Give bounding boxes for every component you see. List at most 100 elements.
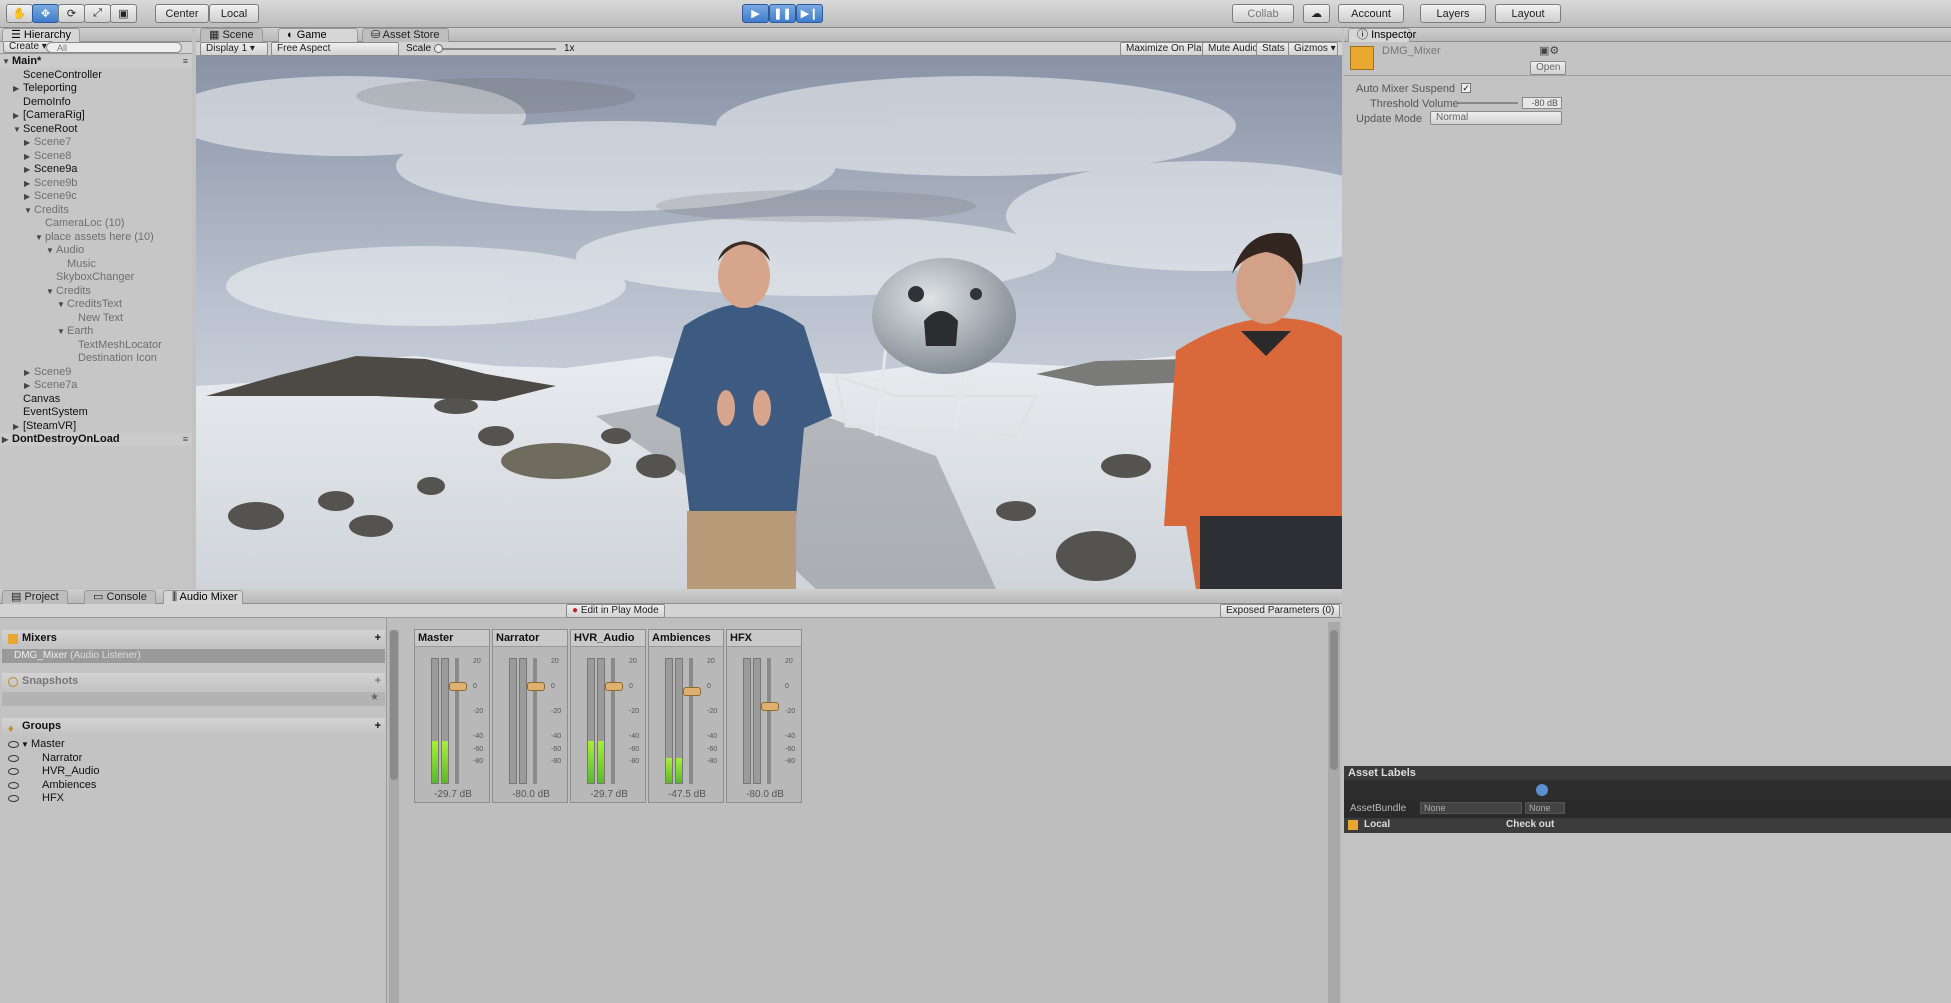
- fader-knob[interactable]: [683, 686, 701, 696]
- add-group-icon[interactable]: +: [375, 718, 381, 735]
- collapsed-arrow-icon[interactable]: ▶: [24, 163, 34, 176]
- mixer-strip[interactable]: HVR_Audio 20 0 -20 -40 -60 -80 -29.7 dB: [570, 629, 646, 803]
- hierarchy-item[interactable]: DemoInfo: [0, 96, 192, 109]
- strips-scrollbar[interactable]: [1328, 622, 1340, 1003]
- move-icon[interactable]: ✥: [32, 4, 59, 23]
- hierarchy-item[interactable]: ▼ place assets here (10): [0, 231, 192, 244]
- play-button[interactable]: ▶: [742, 4, 769, 23]
- groups-section-header[interactable]: ♦ Groups +: [2, 718, 385, 735]
- expanded-arrow-icon[interactable]: ▼: [13, 123, 23, 136]
- hierarchy-item[interactable]: ▼ SceneRoot: [0, 123, 192, 136]
- fader-knob[interactable]: [449, 681, 467, 691]
- eye-icon[interactable]: [8, 781, 19, 789]
- inspector-help-icon[interactable]: ▣⚙: [1539, 44, 1559, 57]
- collapsed-arrow-icon[interactable]: ▶: [24, 379, 34, 392]
- hierarchy-item[interactable]: SkyboxChanger: [0, 271, 192, 284]
- mixer-strip[interactable]: Master 20 0 -20 -40 -60 -80 -29.7 dB: [414, 629, 490, 803]
- expanded-arrow-icon[interactable]: ▼: [57, 298, 67, 311]
- eye-icon[interactable]: [8, 795, 19, 802]
- tab-asset-store[interactable]: ⛁ Asset Store: [362, 28, 449, 42]
- expanded-arrow-icon[interactable]: ▼: [21, 738, 29, 751]
- mixer-strip[interactable]: Ambiences 20 0 -20 -40 -60 -80 -47.5 dB: [648, 629, 724, 803]
- volume-fader[interactable]: [767, 658, 771, 784]
- mute-audio-toggle[interactable]: Mute Audio: [1202, 42, 1265, 56]
- auto-suspend-checkbox[interactable]: ✓: [1461, 83, 1471, 93]
- maximize-on-play-toggle[interactable]: Maximize On Play: [1120, 42, 1213, 56]
- collapsed-arrow-icon[interactable]: ▶: [13, 82, 23, 95]
- snapshots-section-header[interactable]: Snapshots +: [2, 673, 385, 690]
- volume-fader[interactable]: [455, 658, 459, 784]
- hierarchy-item[interactable]: ▶ DontDestroyOnLoad ≡: [0, 433, 192, 446]
- hierarchy-item[interactable]: ▶ Scene9c: [0, 190, 192, 203]
- hierarchy-item[interactable]: ▶ [CameraRig]: [0, 109, 192, 122]
- snapshot-list-item[interactable]: ★: [2, 692, 385, 706]
- label-tag-icon[interactable]: [1536, 784, 1548, 796]
- volume-fader[interactable]: [689, 658, 693, 784]
- hierarchy-item[interactable]: ▶ Scene9a: [0, 163, 192, 176]
- hierarchy-item[interactable]: ▶ Scene9: [0, 366, 192, 379]
- hand-icon[interactable]: ✋: [6, 4, 33, 23]
- exposed-parameters-dropdown[interactable]: Exposed Parameters (0): [1220, 604, 1341, 618]
- scale-slider[interactable]: [434, 44, 556, 53]
- fader-knob[interactable]: [605, 681, 623, 691]
- tab-game[interactable]: ◐ Game: [278, 28, 358, 42]
- add-mixer-icon[interactable]: +: [375, 630, 381, 647]
- hierarchy-item[interactable]: CameraLoc (10): [0, 217, 192, 230]
- edit-in-play-mode-button[interactable]: ● Edit in Play Mode: [566, 604, 665, 618]
- hierarchy-item[interactable]: EventSystem: [0, 406, 192, 419]
- collapsed-arrow-icon[interactable]: ▶: [13, 109, 23, 122]
- aspect-dropdown[interactable]: Free Aspect: [271, 42, 399, 56]
- game-view[interactable]: [196, 56, 1342, 589]
- threshold-slider[interactable]: [1458, 102, 1518, 104]
- expanded-arrow-icon[interactable]: ▼: [57, 325, 67, 338]
- tab-audio-mixer[interactable]: ⫼ Audio Mixer: [163, 590, 243, 604]
- tab-inspector[interactable]: ⓘ Inspector: [1348, 28, 1416, 42]
- mixer-strip[interactable]: Narrator 20 0 -20 -40 -60 -80 -80.0 dB: [492, 629, 568, 803]
- rotate-icon[interactable]: ⟳: [58, 4, 85, 23]
- sidebar-scroll-thumb[interactable]: [390, 630, 398, 780]
- hierarchy-item[interactable]: SceneController: [0, 69, 192, 82]
- hierarchy-item[interactable]: New Text: [0, 312, 192, 325]
- hierarchy-item[interactable]: ▶ Scene7: [0, 136, 192, 149]
- hierarchy-item[interactable]: ▼ Audio: [0, 244, 192, 257]
- stats-toggle[interactable]: Stats: [1256, 42, 1291, 56]
- pivot-local-button[interactable]: Local: [209, 4, 259, 23]
- hierarchy-item[interactable]: ▼ Earth: [0, 325, 192, 338]
- tab-project[interactable]: ▤ Project: [2, 590, 68, 604]
- sidebar-scrollbar[interactable]: [389, 630, 399, 1003]
- scene-menu-icon[interactable]: ≡: [183, 55, 188, 68]
- layout-dropdown[interactable]: Layout: [1495, 4, 1561, 23]
- rect-icon[interactable]: ▣: [110, 4, 137, 23]
- step-button[interactable]: ▶❙: [796, 4, 823, 23]
- expanded-arrow-icon[interactable]: ▼: [35, 231, 45, 244]
- fader-knob[interactable]: [527, 681, 545, 691]
- collapsed-arrow-icon[interactable]: ▶: [24, 136, 34, 149]
- hierarchy-item[interactable]: ▶ Scene8: [0, 150, 192, 163]
- pivot-center-button[interactable]: Center: [155, 4, 209, 23]
- expanded-arrow-icon[interactable]: ▼: [2, 55, 12, 68]
- hierarchy-item[interactable]: ▼ CreditsText: [0, 298, 192, 311]
- mixer-list-item[interactable]: DMG_Mixer (Audio Listener): [2, 649, 385, 663]
- group-item[interactable]: Ambiences: [2, 779, 385, 792]
- check-out-button[interactable]: Check out: [1506, 819, 1554, 830]
- tab-console[interactable]: ▭ Console: [84, 590, 156, 604]
- gizmos-dropdown[interactable]: Gizmos ▾: [1288, 42, 1338, 56]
- group-item[interactable]: Master ▼: [2, 738, 385, 751]
- eye-icon[interactable]: [8, 768, 19, 775]
- fader-knob[interactable]: [761, 701, 779, 711]
- group-item[interactable]: Narrator: [2, 752, 385, 765]
- scale-icon[interactable]: ⤢: [84, 4, 111, 23]
- hierarchy-item[interactable]: ▶ [SteamVR]: [0, 420, 192, 433]
- cloud-icon[interactable]: ☁: [1303, 4, 1330, 23]
- collapsed-arrow-icon[interactable]: ▶: [24, 366, 34, 379]
- asset-labels-header[interactable]: Asset Labels: [1344, 766, 1951, 780]
- tab-hierarchy[interactable]: ☰ Hierarchy: [2, 28, 80, 42]
- hierarchy-item[interactable]: Canvas: [0, 393, 192, 406]
- group-item[interactable]: HFX: [2, 792, 385, 805]
- display-dropdown[interactable]: Display 1 ▾: [200, 42, 268, 56]
- eye-icon[interactable]: [8, 754, 19, 762]
- snapshot-star-icon[interactable]: ★: [370, 692, 379, 703]
- scene-menu-icon[interactable]: ≡: [183, 433, 188, 446]
- volume-fader[interactable]: [533, 658, 537, 784]
- asset-bundle-dropdown[interactable]: None: [1420, 802, 1522, 814]
